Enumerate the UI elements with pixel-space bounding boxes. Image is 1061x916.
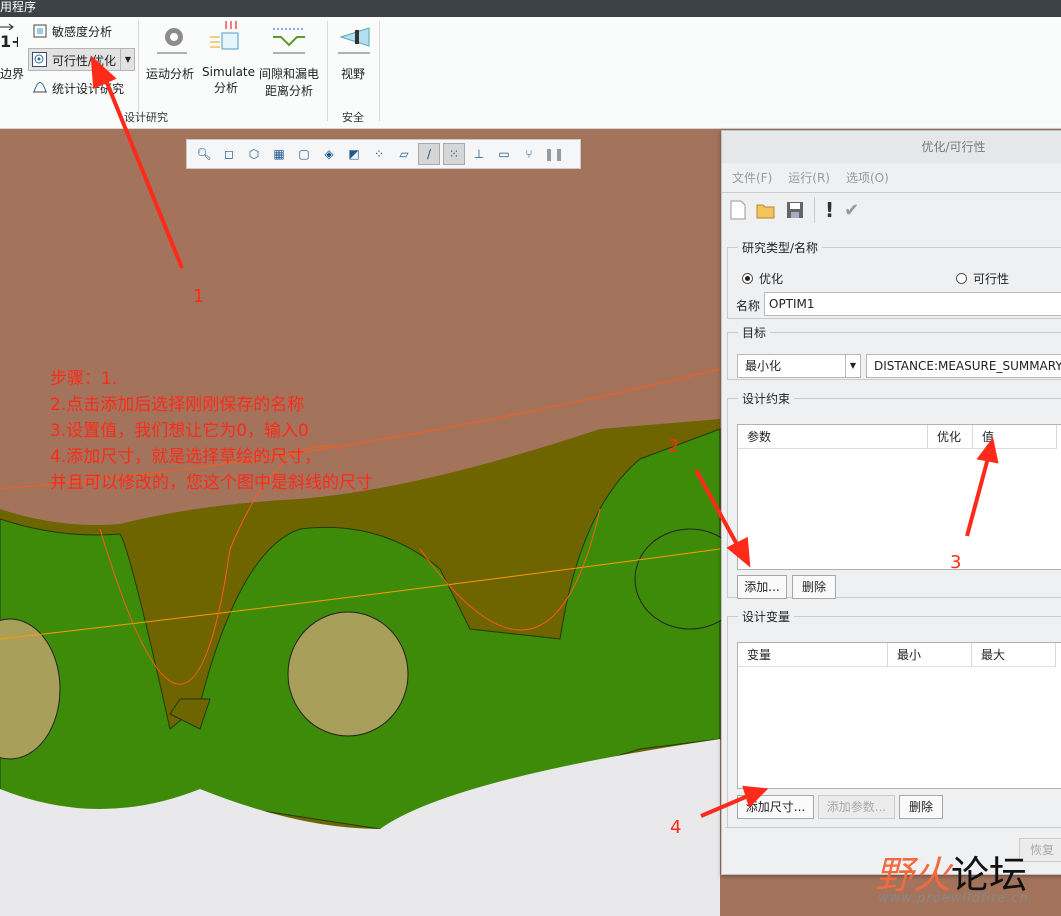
annotation-arrows [90,55,999,818]
arrow-3-icon [976,437,999,464]
watermark-logo: 野火论坛 [875,855,1027,895]
arrow-1-icon [90,55,117,89]
annotation-number-1: 1 [193,286,205,307]
arrow-2-icon [726,536,751,568]
annotation-number-4: 4 [670,817,682,838]
arrow-4-icon [742,785,769,808]
watermark-url: www.proewildfire.cn [878,891,1029,906]
annotation-number-2: 2 [668,436,680,457]
annotation-number-3: 3 [950,552,962,573]
